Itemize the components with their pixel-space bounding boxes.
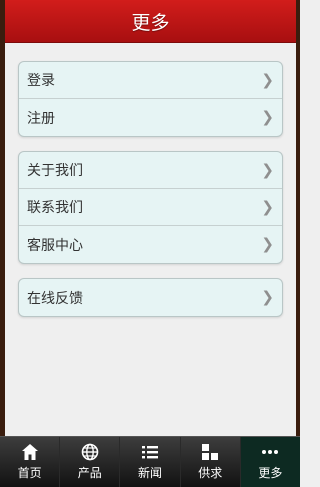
chevron-right-icon: ❯ — [261, 197, 274, 216]
tab-label: 新闻 — [138, 466, 163, 480]
tab-products[interactable]: 产品 — [60, 437, 121, 487]
frame-right — [296, 0, 300, 487]
globe-icon — [81, 443, 99, 461]
tab-label: 供求 — [198, 466, 223, 480]
tab-supply-demand[interactable]: 供求 — [181, 437, 241, 487]
home-icon — [21, 444, 38, 460]
menu-item-online-feedback[interactable]: 在线反馈 ❯ — [19, 279, 282, 316]
header-bar: 更多 — [5, 0, 296, 43]
menu-item-label: 注册 — [27, 110, 55, 127]
list-icon — [142, 446, 158, 459]
bottom-tab-bar: 首页 产品 新闻 供求 更多 — [0, 436, 301, 487]
menu-item-customer-service[interactable]: 客服中心 ❯ — [19, 226, 282, 263]
info-group: 关于我们 ❯ 联系我们 ❯ 客服中心 ❯ — [18, 151, 283, 264]
tab-home[interactable]: 首页 — [0, 437, 61, 487]
menu-item-login[interactable]: 登录 ❯ — [19, 62, 282, 99]
tab-label: 产品 — [77, 466, 102, 480]
menu-item-label: 关于我们 — [27, 163, 83, 179]
menu-item-label: 在线反馈 — [27, 290, 83, 307]
tab-news[interactable]: 新闻 — [120, 437, 181, 487]
blocks-icon — [202, 444, 219, 460]
more-dots-icon — [262, 450, 279, 454]
tab-label: 首页 — [17, 466, 42, 480]
menu-item-label: 客服中心 — [27, 237, 83, 254]
chevron-right-icon: ❯ — [261, 108, 274, 126]
menu-item-register[interactable]: 注册 ❯ — [19, 99, 282, 136]
menu-item-contact-us[interactable]: 联系我们 ❯ — [19, 189, 282, 226]
tab-more[interactable]: 更多 — [240, 437, 301, 487]
chevron-right-icon: ❯ — [261, 160, 274, 179]
feedback-group: 在线反馈 ❯ — [18, 278, 283, 317]
tab-label: 更多 — [258, 466, 283, 480]
chevron-right-icon: ❯ — [261, 70, 274, 89]
menu-item-label: 登录 — [27, 73, 55, 89]
chevron-right-icon: ❯ — [261, 288, 274, 306]
chevron-right-icon: ❯ — [261, 235, 274, 253]
page-title: 更多 — [131, 11, 170, 34]
account-group: 登录 ❯ 注册 ❯ — [18, 61, 283, 137]
menu-item-about-us[interactable]: 关于我们 ❯ — [19, 152, 282, 189]
menu-item-label: 联系我们 — [27, 200, 83, 216]
main-content: 登录 ❯ 注册 ❯ 关于我们 ❯ 联系我们 ❯ 客服中心 ❯ 在线反馈 ❯ — [5, 43, 296, 437]
